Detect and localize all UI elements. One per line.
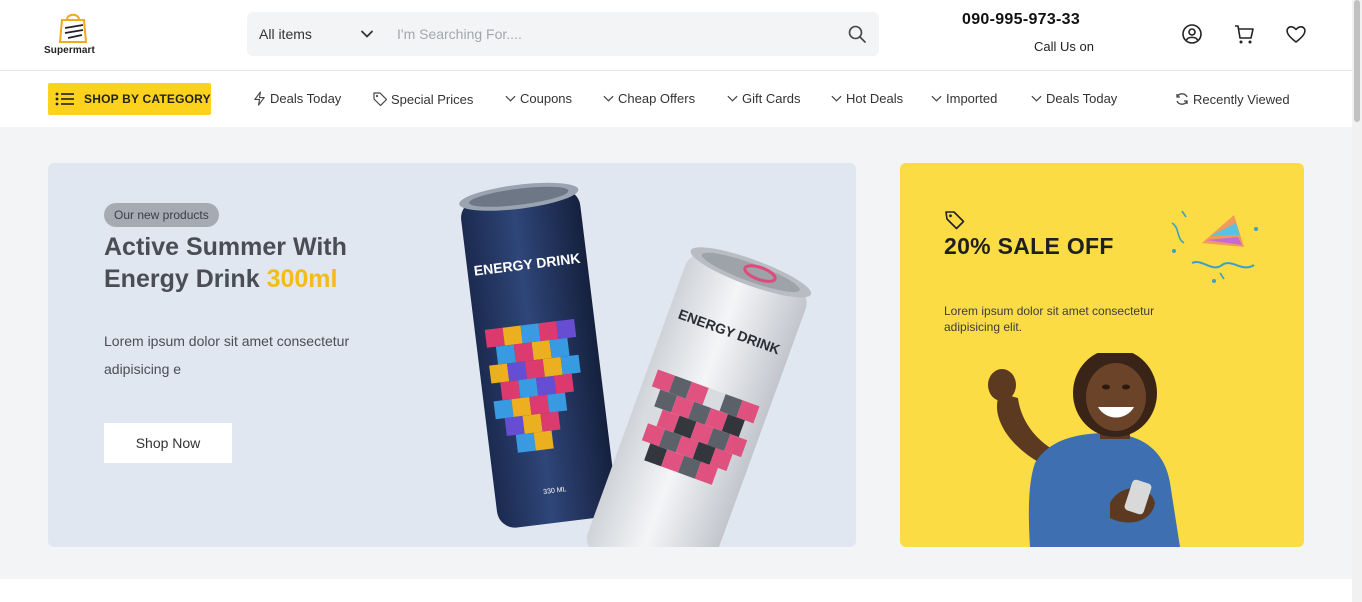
shop-by-category-button[interactable]: SHOP BY CATEGORY [48,83,211,115]
promo-title: 20% SALE OFF [944,233,1114,259]
recently-viewed-label: Recently Viewed [1193,91,1290,107]
search-icon[interactable] [847,24,867,44]
chevron-down-icon [831,95,842,102]
nav-item-coupons[interactable]: Coupons [504,91,572,106]
bolt-icon [254,91,265,106]
search-input[interactable] [397,12,827,56]
nav-item-label: Imported [946,91,998,106]
nav-item-label: Deals Today [270,91,342,106]
chevron-down-icon [505,95,516,102]
nav-item-gift-cards[interactable]: Gift Cards [726,91,801,106]
party-popper-icon [1171,210,1258,283]
shop-by-category-label: SHOP BY CATEGORY [84,92,211,106]
nav-item-deals-today[interactable]: Deals Today [252,91,341,106]
user-account-icon[interactable] [1180,22,1204,46]
menu-list-icon [55,92,74,106]
phone-number: 090-995-973-33 [962,11,1081,28]
chevron-down-icon [1031,95,1042,102]
logo-text: Supermart [44,45,95,56]
nav-item-label: Coupons [520,91,573,106]
main-nav: SHOP BY CATEGORY Deals Today Special Pri… [0,71,1352,127]
nav-item-label: Deals Today [1046,91,1118,106]
wishlist-heart-icon[interactable] [1284,22,1308,46]
nav-item-label: Cheap Offers [618,91,696,106]
nav-item-imported[interactable]: Imported [930,91,997,106]
category-select[interactable]: All items [259,12,312,56]
tag-icon [945,211,965,230]
hero-description: Lorem ipsum dolor sit amet consectetur a… [104,333,350,377]
header: Supermart All items 090-995-973-33 Call … [0,0,1352,71]
nav-item-special-prices[interactable]: Special Prices [372,91,473,107]
new-products-badge: Our new products [104,203,219,227]
nav-item-hot-deals[interactable]: Hot Deals [830,91,903,106]
nav-item-label: Gift Cards [742,91,801,106]
search-bar: All items [247,12,879,56]
happy-woman-image [988,353,1180,547]
logo[interactable]: Supermart [44,10,114,60]
hero-title: Active Summer With Energy Drink 300ml [104,231,434,295]
call-us-label: Call Us on [1034,39,1094,54]
promo-banner: 20% SALE OFF Lorem ipsum dolor sit amet … [900,163,1304,547]
nav-item-cheap-offers[interactable]: Cheap Offers [602,91,695,106]
hero-title-highlight: 300ml [266,265,338,293]
chevron-down-icon[interactable] [359,26,375,42]
nav-item-deals-today-2[interactable]: Deals Today [1030,91,1117,106]
cart-icon[interactable] [1232,22,1256,46]
energy-drink-cans-image: ENERGY DRINK 330 ML ENERGY DRINK [459,182,812,547]
recently-viewed-link[interactable]: Recently Viewed [1174,91,1290,107]
refresh-icon [1176,93,1188,105]
promo-description: Lorem ipsum dolor sit amet consectetur a… [944,304,1155,334]
chevron-down-icon [603,95,614,102]
shopping-bag-logo-icon [58,13,88,43]
nav-item-label: Special Prices [391,91,474,107]
shop-now-button[interactable]: Shop Now [104,423,232,463]
chevron-down-icon [727,95,738,102]
hero-banner: Our new products Active Summer With Ener… [48,163,856,547]
scrollbar-thumb[interactable] [1354,0,1360,122]
nav-item-label: Hot Deals [846,91,904,106]
tag-icon [373,92,388,107]
chevron-down-icon [931,95,942,102]
